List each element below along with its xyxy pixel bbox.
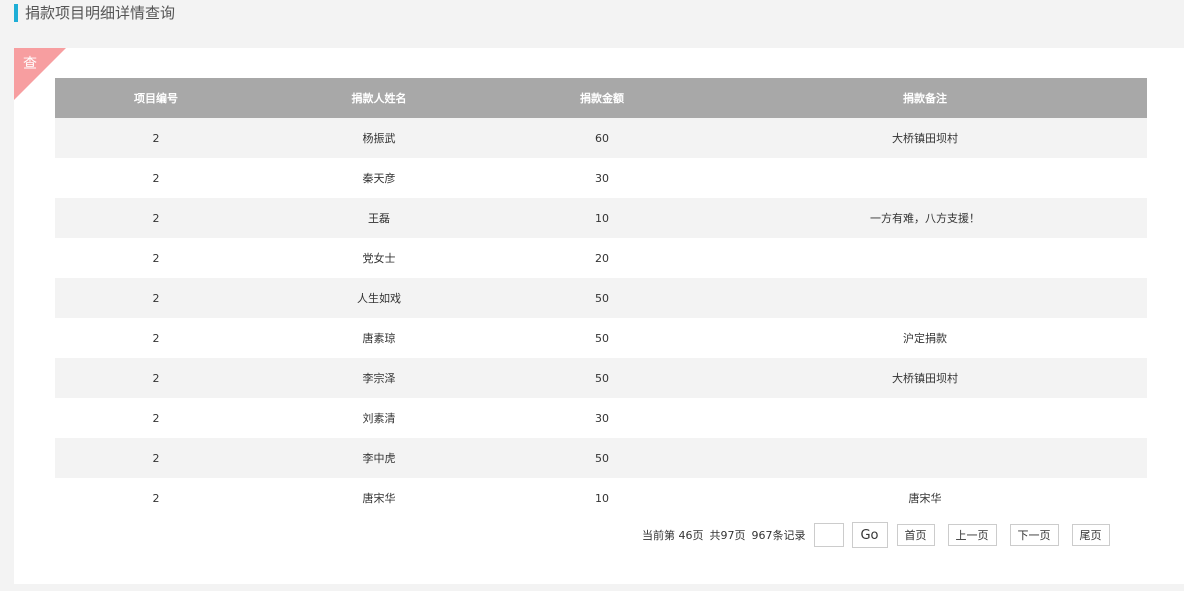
column-header-donor-name: 捐款人姓名 <box>257 78 501 118</box>
cell-project-id: 2 <box>55 158 257 198</box>
first-page-button[interactable]: 首页 <box>896 524 935 546</box>
column-header-project-id: 项目编号 <box>55 78 257 118</box>
cell-amount: 50 <box>501 278 703 318</box>
cell-donor-name: 杨振武 <box>257 118 501 158</box>
cell-amount: 50 <box>501 318 703 358</box>
table-row: 2 秦天彦 30 <box>55 158 1147 198</box>
cell-donor-name: 唐宋华 <box>257 478 501 518</box>
cell-amount: 30 <box>501 398 703 438</box>
donation-table: 项目编号 捐款人姓名 捐款金额 捐款备注 2 杨振武 60 大桥镇田坝村 2 秦天彦 30 2… <box>55 78 1147 518</box>
next-page-button[interactable]: 下一页 <box>1009 524 1059 546</box>
go-button[interactable]: Go <box>851 522 888 548</box>
cell-amount: 30 <box>501 158 703 198</box>
cell-remark <box>703 158 1147 198</box>
total-records-text: 967条记录 <box>751 529 806 542</box>
corner-ribbon-label: 查 <box>23 56 37 72</box>
table-row: 2 人生如戏 50 <box>55 278 1147 318</box>
cell-donor-name: 李中虎 <box>257 438 501 478</box>
page-number-input[interactable] <box>813 523 844 547</box>
table-row: 2 李中虎 50 <box>55 438 1147 478</box>
cell-amount: 60 <box>501 118 703 158</box>
page-title: 捐款项目明细详情查询 <box>25 4 176 22</box>
cell-remark: 大桥镇田坝村 <box>703 118 1147 158</box>
cell-remark: 唐宋华 <box>703 478 1147 518</box>
table-row: 2 王磊 10 一方有难，八方支援！ <box>55 198 1147 238</box>
cell-project-id: 2 <box>55 198 257 238</box>
cell-donor-name: 人生如戏 <box>257 278 501 318</box>
current-page-text: 当前第 46页 <box>642 529 704 542</box>
cell-amount: 50 <box>501 358 703 398</box>
cell-project-id: 2 <box>55 398 257 438</box>
cell-project-id: 2 <box>55 358 257 398</box>
cell-project-id: 2 <box>55 238 257 278</box>
table-row: 2 李宗泽 50 大桥镇田坝村 <box>55 358 1147 398</box>
cell-remark: 一方有难，八方支援！ <box>703 198 1147 238</box>
cell-donor-name: 刘素清 <box>257 398 501 438</box>
prev-page-button[interactable]: 上一页 <box>947 524 997 546</box>
cell-remark <box>703 398 1147 438</box>
column-header-amount: 捐款金额 <box>501 78 703 118</box>
total-pages-text: 共97页 <box>709 529 746 542</box>
cell-amount: 20 <box>501 238 703 278</box>
cell-donor-name: 秦天彦 <box>257 158 501 198</box>
table-header-row: 项目编号 捐款人姓名 捐款金额 捐款备注 <box>55 78 1147 118</box>
cell-project-id: 2 <box>55 118 257 158</box>
cell-remark <box>703 278 1147 318</box>
cell-project-id: 2 <box>55 438 257 478</box>
cell-remark: 大桥镇田坝村 <box>703 358 1147 398</box>
cell-amount: 10 <box>501 198 703 238</box>
cell-remark <box>703 238 1147 278</box>
cell-donor-name: 王磊 <box>257 198 501 238</box>
cell-remark: 沪定捐款 <box>703 318 1147 358</box>
title-accent-bar <box>14 4 18 22</box>
cell-remark <box>703 438 1147 478</box>
last-page-button[interactable]: 尾页 <box>1071 524 1110 546</box>
cell-project-id: 2 <box>55 478 257 518</box>
table-row: 2 刘素清 30 <box>55 398 1147 438</box>
table-body: 2 杨振武 60 大桥镇田坝村 2 秦天彦 30 2 王磊 10 一方有难，八方支援！ 2 党女士 20 2… <box>55 118 1147 518</box>
query-panel: 查 项目编号 捐款人姓名 捐款金额 捐款备注 2 杨振武 60 大桥镇田坝村 2 秦天彦 3… <box>14 48 1184 584</box>
cell-amount: 50 <box>501 438 703 478</box>
cell-project-id: 2 <box>55 318 257 358</box>
cell-amount: 10 <box>501 478 703 518</box>
cell-donor-name: 唐素琼 <box>257 318 501 358</box>
cell-project-id: 2 <box>55 278 257 318</box>
column-header-remark: 捐款备注 <box>703 78 1147 118</box>
table-row: 2 杨振武 60 大桥镇田坝村 <box>55 118 1147 158</box>
cell-donor-name: 李宗泽 <box>257 358 501 398</box>
table-row: 2 唐素琼 50 沪定捐款 <box>55 318 1147 358</box>
pagination: 当前第 46页 共97页 967条记录 Go 首页 上一页 下一页 尾页 <box>642 522 1110 548</box>
table-row: 2 唐宋华 10 唐宋华 <box>55 478 1147 518</box>
table-row: 2 党女士 20 <box>55 238 1147 278</box>
page-header: 捐款项目明细详情查询 <box>14 4 175 22</box>
cell-donor-name: 党女士 <box>257 238 501 278</box>
